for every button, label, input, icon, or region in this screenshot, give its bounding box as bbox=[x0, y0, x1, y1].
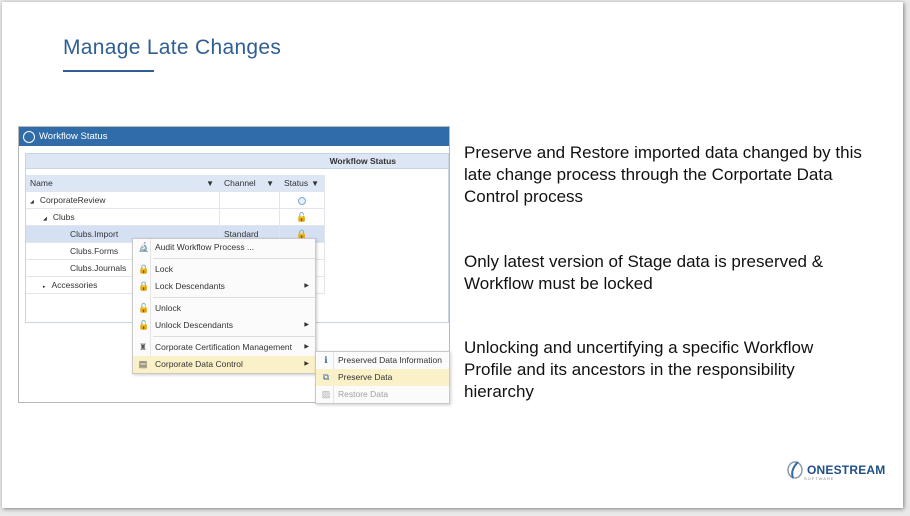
bullet-1: Preserve and Restore imported data chang… bbox=[464, 143, 862, 206]
title-underline bbox=[63, 70, 154, 72]
submenu-arrow-icon: ▶ bbox=[304, 322, 309, 328]
menu-separator bbox=[153, 297, 315, 298]
menu-item-corporate-data-control[interactable]: ▤ Corporate Data Control ▶ bbox=[133, 356, 315, 373]
window-titlebar: Workflow Status bbox=[19, 127, 449, 146]
cell-status bbox=[280, 192, 325, 208]
onestream-brand-logo: ONESTREAM SOFTWARE bbox=[786, 460, 886, 481]
cell-name: ◢ CorporateReview bbox=[26, 192, 220, 208]
microscope-icon: 🔬 bbox=[138, 242, 150, 252]
slide-title: Manage Late Changes bbox=[63, 36, 282, 59]
menu-item-unlock-descendants[interactable]: 🔓 Unlock Descendants ▶ bbox=[133, 317, 315, 334]
menu-item-preserved-data-information[interactable]: ℹ Preserved Data Information bbox=[316, 352, 449, 369]
menu-item-unlock[interactable]: 🔓 Unlock bbox=[133, 300, 315, 317]
info-icon: ℹ bbox=[324, 355, 328, 365]
bullet-3: Unlocking and uncertifying a specific Wo… bbox=[464, 338, 814, 401]
group-header: Workflow Status bbox=[26, 154, 448, 169]
menu-item-preserve-data[interactable]: ⧉ Preserve Data bbox=[316, 369, 449, 386]
lock-red-icon: 🔒 bbox=[138, 264, 150, 274]
brand-name: ONESTREAM bbox=[807, 463, 886, 477]
menu-item-lock[interactable]: 🔒 Lock bbox=[133, 261, 315, 278]
menu-item-corporate-certification-management[interactable]: ♜ Corporate Certification Management ▶ bbox=[133, 339, 315, 356]
cell-name: ◢ Clubs bbox=[26, 209, 220, 225]
expander-icon[interactable]: ◢ bbox=[43, 216, 47, 222]
filter-icon[interactable]: ▼ bbox=[311, 175, 319, 192]
preserve-icon: ⧉ bbox=[322, 372, 330, 382]
unlock-green-icon: 🔓 bbox=[138, 303, 150, 313]
table-row[interactable]: ◢ Clubs 🔓 bbox=[26, 209, 325, 226]
circle-icon bbox=[298, 195, 306, 205]
column-header-channel[interactable]: Channel ▼ bbox=[220, 175, 280, 191]
menu-separator bbox=[153, 258, 315, 259]
onestream-logo-icon bbox=[23, 130, 35, 143]
restore-icon: ▨ bbox=[321, 389, 331, 399]
cell-channel bbox=[220, 192, 280, 208]
window-title: Workflow Status bbox=[39, 131, 108, 142]
bullet-2: Only latest version of Stage data is pre… bbox=[464, 252, 824, 293]
menu-item-restore-data: ▨ Restore Data bbox=[321, 389, 389, 399]
column-header-row: Name ▼ Channel ▼ Status ▼ bbox=[26, 175, 325, 192]
corporate-data-control-submenu: ℹ Preserved Data Information ⧉ Preserve Dat… bbox=[315, 351, 450, 404]
table-row[interactable]: ◢ CorporateReview bbox=[26, 192, 325, 209]
column-header-status[interactable]: Status ▼ bbox=[280, 175, 325, 191]
lock-descendants-icon: 🔒 bbox=[138, 281, 150, 291]
lock-icon: 🔓 bbox=[296, 212, 308, 222]
slide: Manage Late Changes Workflow Status Work… bbox=[2, 2, 903, 508]
certification-icon: ♜ bbox=[138, 342, 148, 352]
unlock-descendants-icon: 🔓 bbox=[138, 320, 150, 330]
filter-icon[interactable]: ▼ bbox=[266, 175, 274, 192]
menu-separator bbox=[153, 336, 315, 337]
submenu-arrow-icon: ▶ bbox=[304, 344, 309, 350]
column-header-name[interactable]: Name ▼ bbox=[26, 175, 220, 191]
cell-status: 🔓 bbox=[280, 209, 325, 225]
workflow-status-window: Workflow Status Workflow Status Name ▼ Ch… bbox=[18, 126, 450, 404]
submenu-arrow-icon: ▶ bbox=[304, 361, 309, 367]
filter-icon[interactable]: ▼ bbox=[206, 175, 214, 192]
cell-channel bbox=[220, 209, 280, 225]
menu-item-lock-descendants[interactable]: 🔒 Lock Descendants ▶ bbox=[133, 278, 315, 295]
expander-icon[interactable]: ▸ bbox=[43, 284, 46, 290]
data-control-icon: ▤ bbox=[138, 359, 148, 369]
submenu-arrow-icon: ▶ bbox=[304, 283, 309, 289]
menu-item-audit-workflow-process[interactable]: 🔬 Audit Workflow Process ... bbox=[133, 239, 315, 256]
expander-icon[interactable]: ◢ bbox=[30, 199, 34, 205]
context-menu: 🔬 Audit Workflow Process ... 🔒 Lock 🔒 Lock De… bbox=[132, 238, 316, 374]
